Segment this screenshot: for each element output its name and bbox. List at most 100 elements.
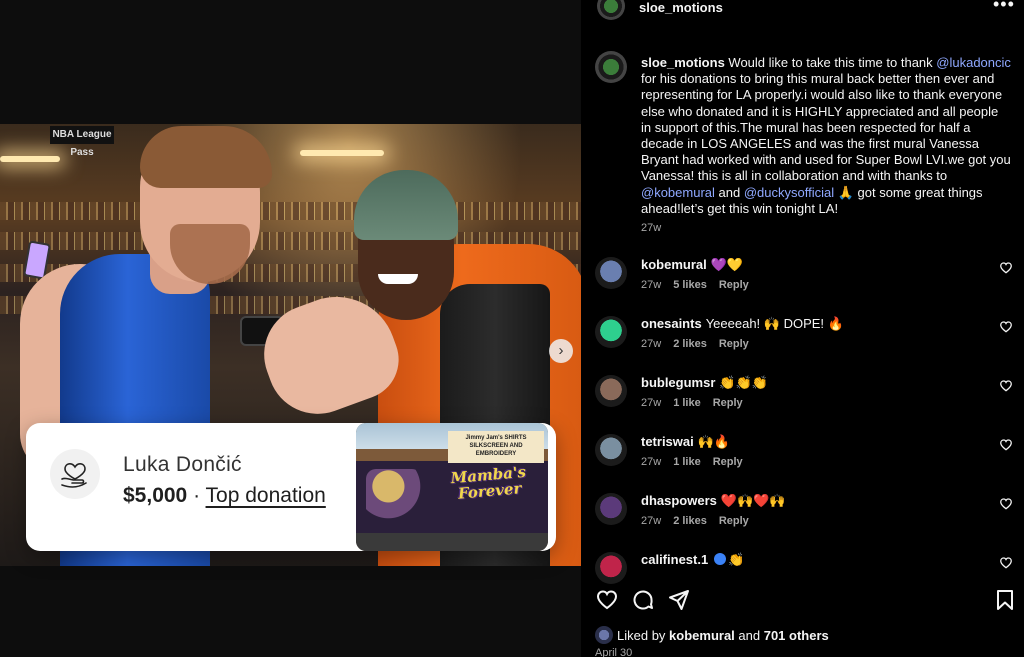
shop-sign: Jimmy Jam's SHIRTS SILKSCREEN AND EMBROI… <box>448 431 544 463</box>
player-hair <box>140 126 272 188</box>
comment-time: 27w <box>641 456 662 468</box>
caption-text: and <box>714 184 744 200</box>
donor-name: Luka Dončić <box>123 453 242 476</box>
liked-by-user[interactable]: kobemural <box>669 628 735 643</box>
comment-username[interactable]: califinest.1 <box>641 552 708 567</box>
comment-meta: 27w 2 likes Reply <box>641 515 761 527</box>
comment-row: bublegumsr 👏👏👏 27w 1 like Reply <box>581 375 1024 431</box>
comment-likes[interactable]: 2 likes <box>673 515 707 527</box>
comment-username[interactable]: onesaints <box>641 316 702 331</box>
comment-time: 27w <box>641 338 662 350</box>
caption-time: 27w <box>641 222 662 234</box>
comment-text: kobemural 💜💛 <box>641 257 743 273</box>
comment-like-heart-icon[interactable] <box>999 261 1015 277</box>
comment-like-heart-icon[interactable] <box>999 320 1015 336</box>
comment-body: 🙌🔥 <box>697 434 731 449</box>
chevron-right-icon: › <box>558 342 564 359</box>
reply-button[interactable]: Reply <box>713 397 743 409</box>
comment-body: Yeeeeah! 🙌 DOPE! 🔥 <box>705 316 844 331</box>
separator: · <box>187 484 206 507</box>
comment-text: bublegumsr 👏👏👏 <box>641 375 768 391</box>
comment-row: dhaspowers ❤️🙌❤️🙌 27w 2 likes Reply <box>581 493 1024 549</box>
mural-thumbnail[interactable]: Jimmy Jam's SHIRTS SILKSCREEN AND EMBROI… <box>356 423 548 551</box>
bookmark-icon[interactable] <box>993 588 1019 614</box>
comment-username[interactable]: tetriswai <box>641 434 694 449</box>
verified-badge-icon <box>714 553 727 565</box>
post-caption: sloe_motions Would like to take this tim… <box>641 55 1011 217</box>
heart-icon[interactable] <box>595 588 621 614</box>
comment-row: kobemural 💜💛 27w 5 likes Reply <box>581 257 1024 313</box>
reply-button[interactable]: Reply <box>713 456 743 468</box>
comment-avatar[interactable] <box>595 257 627 289</box>
fan-beanie <box>354 170 458 240</box>
comment-text: califinest.1 👏 <box>641 552 744 568</box>
comment-meta: 27w 1 like Reply <box>641 456 755 468</box>
comment-likes[interactable]: 2 likes <box>673 338 707 350</box>
share-icon[interactable] <box>667 588 693 614</box>
comment-username[interactable]: bublegumsr <box>641 375 715 390</box>
crowd-band <box>0 202 581 220</box>
thumb-street <box>356 533 548 551</box>
comment-likes[interactable]: 5 likes <box>673 279 707 291</box>
liked-by-others[interactable]: 701 others <box>764 628 829 643</box>
more-icon[interactable]: ••• <box>993 0 1015 15</box>
comment-username[interactable]: dhaspowers <box>641 493 717 508</box>
liked-by-avatar <box>595 626 613 644</box>
comment-meta: 27w 5 likes Reply <box>641 279 761 291</box>
comment-username[interactable]: kobemural <box>641 257 707 272</box>
comment-icon[interactable] <box>631 588 657 614</box>
header-avatar[interactable] <box>597 0 625 20</box>
comment-body: 👏 <box>728 552 745 567</box>
comment-avatar[interactable] <box>595 316 627 348</box>
comment-like-heart-icon[interactable] <box>999 438 1015 454</box>
comment-body: 💜💛 <box>710 257 744 272</box>
comment-text: tetriswai 🙌🔥 <box>641 434 730 450</box>
heart-hand-icon <box>50 449 100 499</box>
comment-row: onesaints Yeeeeah! 🙌 DOPE! 🔥 27w 2 likes Rep… <box>581 316 1024 372</box>
post-panel: sloe_motions ••• sloe_motions Would like… <box>581 0 1024 657</box>
mural-figure <box>366 469 422 527</box>
caption-username[interactable]: sloe_motions <box>641 55 725 70</box>
mention-link[interactable]: @duckysofficial <box>744 185 834 200</box>
comment-meta: 27w 1 like Reply <box>641 397 755 409</box>
caption-text: for his donations to bring this mural ba… <box>641 71 1011 184</box>
comment-avatar[interactable] <box>595 493 627 525</box>
donation-card: Luka Dončić $5,000 · Top donation Jimmy … <box>26 423 556 551</box>
fan-smile <box>378 274 418 284</box>
comment-like-heart-icon[interactable] <box>999 379 1015 395</box>
liked-by: Liked by kobemural and 701 others <box>595 626 829 644</box>
comment-likes[interactable]: 1 like <box>673 456 701 468</box>
top-donation-link[interactable]: Top donation <box>206 484 326 507</box>
next-image-button[interactable]: › <box>549 339 573 363</box>
comment-likes[interactable]: 1 like <box>673 397 701 409</box>
reply-button[interactable]: Reply <box>719 338 749 350</box>
liked-by-prefix: Liked by <box>617 628 670 643</box>
comment-time: 27w <box>641 279 662 291</box>
comment-avatar[interactable] <box>595 375 627 407</box>
comment-text: onesaints Yeeeeah! 🙌 DOPE! 🔥 <box>641 316 844 332</box>
header-username[interactable]: sloe_motions <box>639 0 723 15</box>
comment-row: tetriswai 🙌🔥 27w 1 like Reply <box>581 434 1024 490</box>
comment-time: 27w <box>641 515 662 527</box>
arena-light <box>0 156 60 162</box>
caption-avatar[interactable] <box>595 51 627 83</box>
comment-avatar[interactable] <box>595 552 627 584</box>
comment-body: ❤️🙌❤️🙌 <box>720 493 786 508</box>
comment-time: 27w <box>641 397 662 409</box>
comment-text: dhaspowers ❤️🙌❤️🙌 <box>641 493 786 509</box>
reply-button[interactable]: Reply <box>719 279 749 291</box>
mention-link[interactable]: @kobemural <box>641 185 715 200</box>
comment-meta: 27w 2 likes Reply <box>641 338 761 350</box>
caption-text: Would like to take this time to thank <box>724 55 937 70</box>
reply-button[interactable]: Reply <box>719 515 749 527</box>
post-media: NBA League Pass › Luka Dončić $5,000 · T… <box>0 0 581 657</box>
post-date: April 30 <box>595 647 633 657</box>
comment-body: 👏👏👏 <box>719 375 768 390</box>
comment-like-heart-icon[interactable] <box>999 497 1015 513</box>
mention-link[interactable]: @lukadoncic <box>936 55 1011 70</box>
donation-line: $5,000 · Top donation <box>123 484 326 508</box>
comment-like-heart-icon[interactable] <box>999 556 1015 572</box>
arena-banner: NBA League Pass <box>50 126 114 158</box>
comment-avatar[interactable] <box>595 434 627 466</box>
arena-light <box>300 150 384 156</box>
